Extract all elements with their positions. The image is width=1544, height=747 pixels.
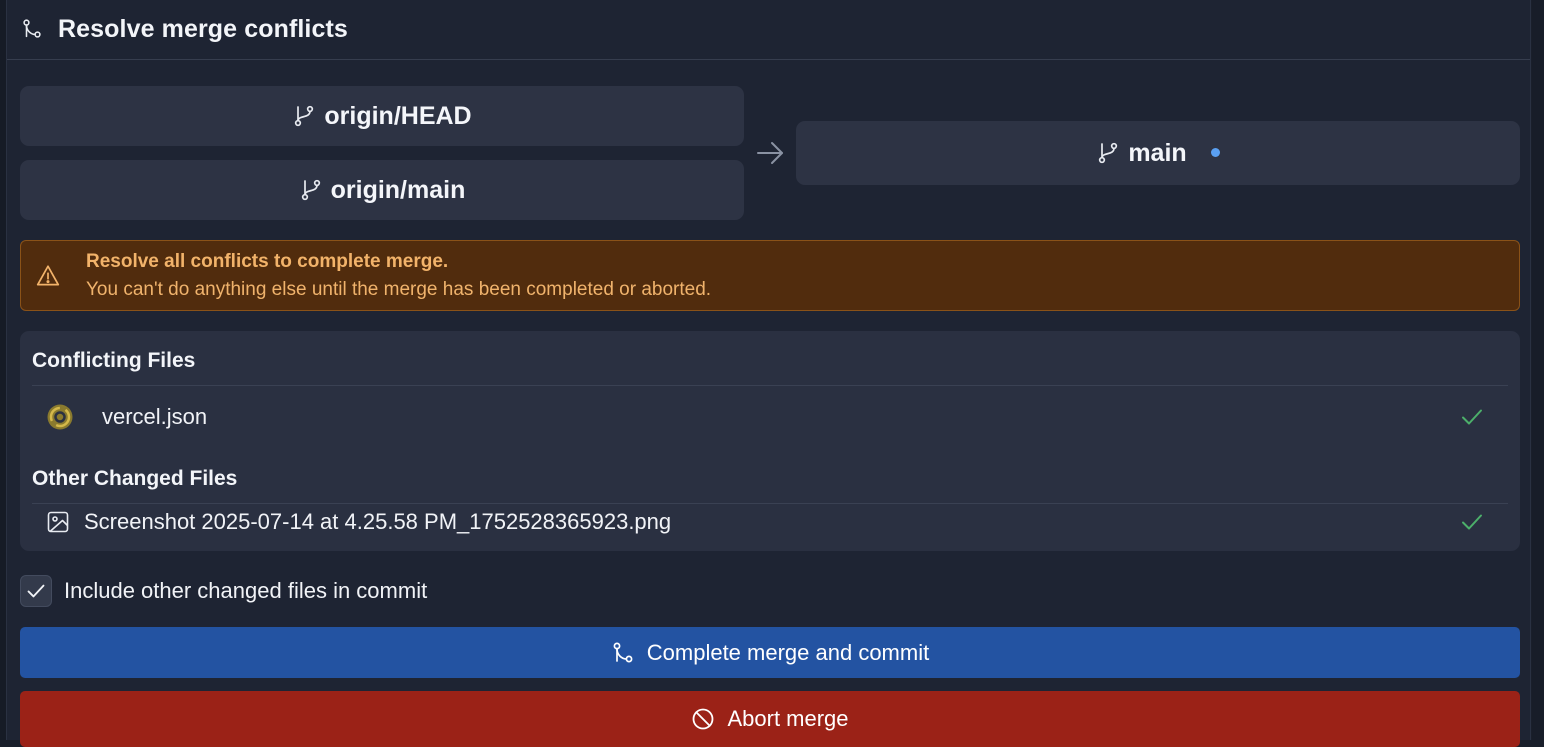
complete-merge-button[interactable]: Complete merge and commit [20, 627, 1520, 678]
warning-banner: Resolve all conflicts to complete merge.… [20, 240, 1520, 311]
target-branch-main[interactable]: main [796, 121, 1520, 185]
git-branch-icon [301, 179, 320, 201]
merge-icon [613, 642, 633, 662]
panel-header: Resolve merge conflicts [7, 0, 1530, 60]
complete-merge-label: Complete merge and commit [646, 639, 930, 665]
check-icon [1462, 409, 1482, 425]
page-title: Resolve merge conflicts [58, 15, 348, 43]
warning-icon [36, 265, 60, 286]
warning-text: You can't do anything else until the mer… [86, 279, 712, 300]
source-branch-label: origin/HEAD [324, 101, 472, 130]
other-file-row[interactable]: Screenshot 2025-07-14 at 4.25.58 PM_1752… [32, 504, 1508, 540]
abort-merge-label: Abort merge [727, 706, 849, 731]
vercel-json-icon [47, 404, 73, 430]
file-name: vercel.json [102, 404, 208, 429]
warning-title: Resolve all conflicts to complete merge. [86, 251, 449, 272]
merge-panel: Resolve merge conflicts origin/HEAD orig… [6, 0, 1531, 747]
image-icon [47, 511, 69, 533]
merge-icon [23, 19, 41, 38]
right-edge [1532, 0, 1544, 740]
source-branch-origin-main[interactable]: origin/main [20, 160, 744, 220]
include-other-files-checkbox[interactable] [20, 575, 52, 607]
source-branch-origin-head[interactable]: origin/HEAD [20, 86, 744, 146]
conflicting-file-row[interactable]: vercel.json [32, 399, 1508, 435]
other-files-heading: Other Changed Files [32, 467, 238, 490]
file-name: Screenshot 2025-07-14 at 4.25.58 PM_1752… [84, 509, 672, 534]
include-other-files-option[interactable]: Include other changed files in commit [20, 575, 427, 607]
target-branch-label: main [1128, 138, 1187, 167]
abort-merge-button[interactable]: Abort merge [20, 691, 1520, 747]
files-card: Conflicting Files vercel.json Other Chan… [20, 331, 1520, 551]
git-branch-icon [295, 105, 314, 127]
source-branch-label: origin/main [330, 175, 466, 204]
ban-icon [693, 708, 714, 730]
arrow-right-icon [757, 142, 783, 164]
current-branch-indicator [1210, 147, 1220, 157]
check-icon [1462, 514, 1482, 530]
checkmark-icon [27, 584, 45, 598]
git-branch-icon [1099, 142, 1118, 164]
divider [32, 385, 1508, 386]
include-other-files-label: Include other changed files in commit [64, 578, 428, 603]
conflicting-files-heading: Conflicting Files [32, 349, 196, 372]
